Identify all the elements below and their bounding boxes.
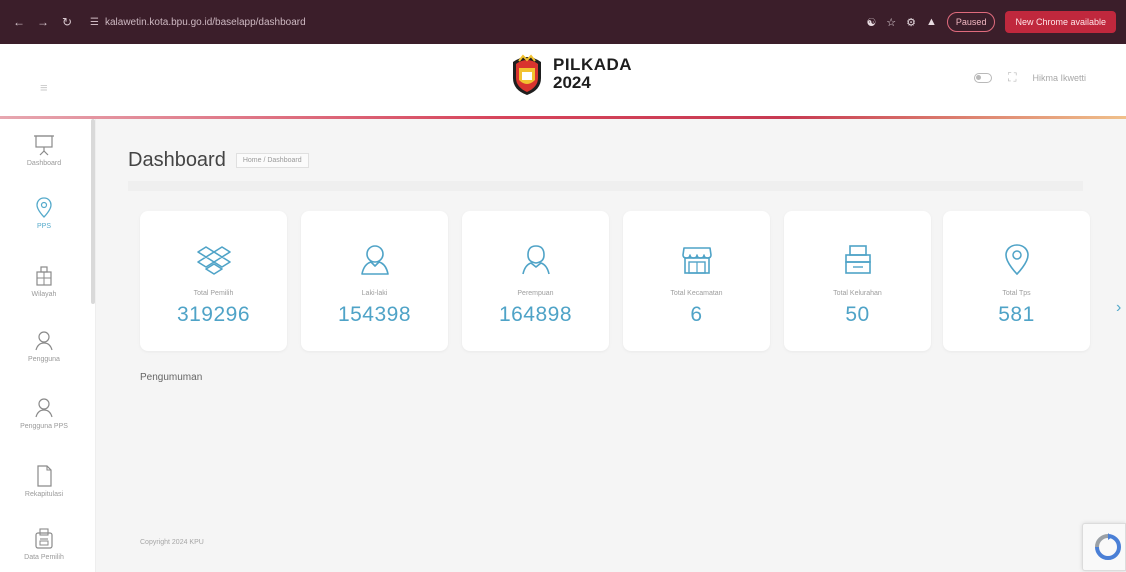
stat-value: 319296: [176, 303, 251, 326]
stat-card-laki-laki: Laki-laki 154398: [301, 211, 448, 351]
extensions-icon[interactable]: ⚙: [906, 16, 916, 29]
stat-value: 164898: [498, 303, 573, 326]
stat-label: Perempuan: [517, 290, 554, 297]
brand-text: PILKADA 2024: [553, 56, 632, 92]
browser-update-button[interactable]: New Chrome available: [1005, 11, 1116, 33]
stat-card-total-kelurahan: Total Kelurahan 50: [784, 211, 931, 351]
footer-copyright: Copyright 2024 KPU: [140, 539, 204, 546]
location-pin-icon: [36, 197, 52, 218]
user-name[interactable]: Hikma Ikwetti: [1032, 73, 1086, 83]
dropbox-icon: [197, 246, 231, 275]
user-search-icon: [35, 398, 53, 418]
document-icon: [37, 465, 52, 487]
sidebar-item-wilayah[interactable]: Wilayah: [0, 264, 88, 298]
brand-line2: 2024: [553, 73, 591, 92]
stat-label: Total Kecamatan: [670, 290, 723, 297]
user-female-icon: [522, 245, 550, 275]
stat-label: Total Tps: [1002, 290, 1031, 297]
reload-icon[interactable]: ↻: [58, 13, 76, 31]
sidebar-item-pps[interactable]: PPS: [0, 196, 88, 230]
address-bar[interactable]: ☰ kalawetin.kota.bpu.go.id/baselapp/dash…: [90, 10, 810, 34]
page-title: Dashboard: [128, 149, 226, 171]
stat-label: Total Pemilih: [193, 290, 234, 297]
breadcrumb[interactable]: Home / Dashboard: [235, 153, 309, 168]
sidebar-item-dashboard[interactable]: Dashboard: [0, 133, 88, 167]
site-info-icon[interactable]: ☰: [90, 17, 99, 28]
browser-toolbar: ← → ↻ ☰ kalawetin.kota.bpu.go.id/baselap…: [0, 0, 1126, 44]
stat-label: Laki-laki: [361, 290, 388, 297]
sidebar-item-label: Rekapitulasi: [24, 491, 64, 498]
bookmark-icon[interactable]: ☆: [886, 16, 896, 29]
main-content: Dashboard Home / Dashboard Total Pemilih…: [96, 119, 1126, 572]
sidebar-item-label: Wilayah: [31, 291, 57, 298]
stat-value: 581: [998, 303, 1035, 326]
fullscreen-icon[interactable]: ⛶: [1008, 70, 1016, 85]
sidebar: Dashboard PPS Wilayah Pengguna Pengguna …: [0, 119, 96, 572]
translate-icon[interactable]: ☯: [866, 16, 876, 29]
user-male-icon: [361, 245, 389, 275]
recaptcha-icon: [1095, 533, 1121, 560]
sync-paused-button[interactable]: Paused: [946, 12, 996, 32]
menu-toggle-icon[interactable]: ≡: [40, 80, 48, 95]
sidebar-scrollbar[interactable]: [91, 119, 95, 304]
sidebar-item-label: PPS: [36, 223, 51, 230]
sidebar-item-rekapitulasi[interactable]: Rekapitulasi: [0, 464, 88, 498]
sidebar-item-label: Dashboard: [26, 160, 62, 167]
stat-value: 154398: [337, 303, 412, 326]
stat-card-total-pemilih: Total Pemilih 319296: [140, 211, 287, 351]
recaptcha-badge[interactable]: [1082, 523, 1126, 571]
sidebar-item-label: Pengguna: [28, 356, 60, 363]
map-pin-icon: [1005, 244, 1029, 276]
brand-line1: PILKADA: [553, 55, 633, 74]
stat-card-perempuan: Perempuan 164898: [462, 211, 609, 351]
kpu-logo: [507, 52, 547, 96]
announcement-heading: Pengumuman: [140, 372, 203, 383]
sidebar-item-pengguna-pps[interactable]: Pengguna PPS: [0, 396, 88, 430]
app-header: ≡ PILKADA 2024 ⛶ Hikma Ikwetti: [0, 44, 1126, 117]
back-icon[interactable]: ←: [10, 13, 28, 31]
download-icon[interactable]: ▲: [926, 16, 937, 28]
presentation-icon: [34, 135, 54, 156]
dark-mode-toggle[interactable]: [974, 72, 993, 83]
building-stack-icon: [845, 245, 871, 274]
stat-card-total-kecamatan: Total Kecamatan 6: [623, 211, 770, 351]
stat-card-total-tps: Total Tps 581: [943, 211, 1090, 351]
stat-value: 6: [690, 303, 703, 326]
user-icon: [35, 331, 53, 351]
brand[interactable]: PILKADA 2024: [507, 52, 632, 96]
sidebar-item-data-pemilih[interactable]: Data Pemilih: [0, 527, 88, 561]
forward-icon[interactable]: →: [34, 13, 52, 31]
sidebar-item-label: Data Pemilih: [24, 554, 64, 561]
stat-label: Total Kelurahan: [833, 290, 882, 297]
stat-value: 50: [845, 303, 870, 326]
url-text: kalawetin.kota.bpu.go.id/baselapp/dashbo…: [104, 16, 306, 28]
sidebar-item-pengguna[interactable]: Pengguna: [0, 329, 88, 363]
carousel-next-icon[interactable]: ›: [1116, 299, 1121, 317]
building-icon: [36, 266, 52, 286]
store-icon: [682, 247, 712, 274]
title-divider: [128, 181, 1083, 191]
ballot-box-icon: [35, 528, 53, 549]
sidebar-item-label: Pengguna PPS: [20, 423, 68, 430]
